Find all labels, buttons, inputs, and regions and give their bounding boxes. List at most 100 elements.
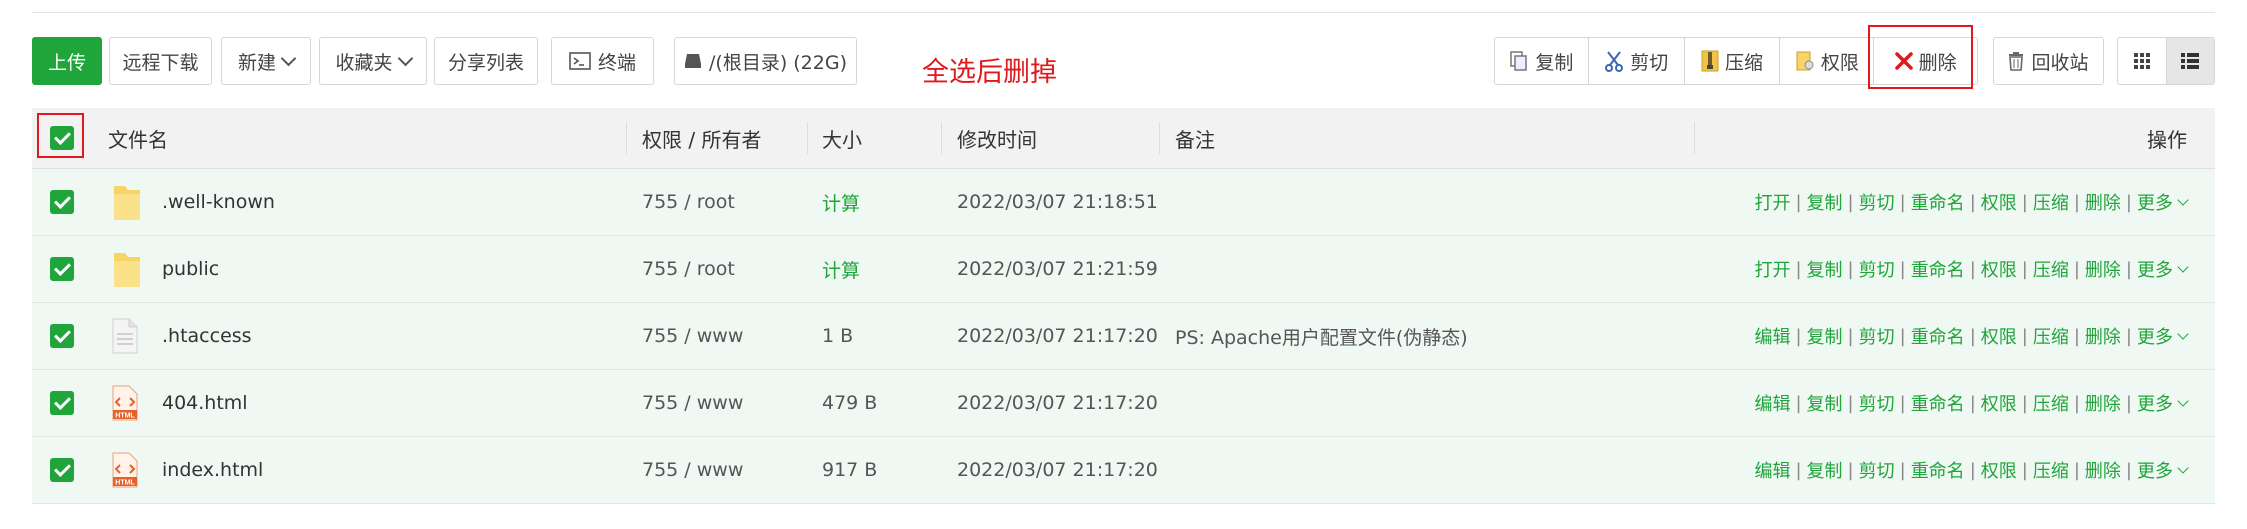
op-link[interactable]: 压缩 xyxy=(2033,457,2069,483)
op-link[interactable]: 删除 xyxy=(2085,457,2121,483)
op-link[interactable]: 重命名 xyxy=(1911,189,1965,215)
batch-compress-button[interactable]: 压缩 xyxy=(1685,38,1781,84)
chevron-down-icon[interactable] xyxy=(2177,327,2189,340)
table-row[interactable]: .htaccess 755 / www 1 B 2022/03/07 21:17… xyxy=(32,303,2215,370)
op-link[interactable]: 重命名 xyxy=(1911,390,1965,416)
grid-view-button[interactable] xyxy=(2118,38,2167,84)
table-row[interactable]: HTML 404.html 755 / www 479 B 2022/03/07… xyxy=(32,370,2215,437)
terminal-button[interactable]: 终端 xyxy=(551,37,654,85)
op-primary-link[interactable]: 打开 xyxy=(1754,189,1790,215)
op-link[interactable]: 删除 xyxy=(2085,256,2121,282)
op-separator: | xyxy=(1969,258,1976,280)
op-separator: | xyxy=(2021,325,2028,347)
row-checkbox[interactable] xyxy=(50,303,74,369)
op-link[interactable]: 重命名 xyxy=(1911,256,1965,282)
recycle-bin-button[interactable]: 回收站 xyxy=(1993,37,2104,85)
op-primary-link[interactable]: 编辑 xyxy=(1754,323,1790,349)
list-view-button[interactable] xyxy=(2166,38,2214,84)
op-link[interactable]: 压缩 xyxy=(2033,323,2069,349)
op-primary-link[interactable]: 编辑 xyxy=(1754,457,1790,483)
file-permission[interactable]: 755 / www xyxy=(642,370,743,436)
file-note[interactable]: PS: Apache用户配置文件(伪静态) xyxy=(1175,303,1468,369)
delete-highlight-box xyxy=(1868,25,1973,89)
header-size[interactable]: 大小 xyxy=(822,108,862,168)
header-permission[interactable]: 权限 / 所有者 xyxy=(642,108,761,168)
op-link[interactable]: 重命名 xyxy=(1911,457,1965,483)
op-link[interactable]: 删除 xyxy=(2085,323,2121,349)
file-permission[interactable]: 755 / root xyxy=(642,236,735,302)
recycle-bin-label: 回收站 xyxy=(2031,51,2089,74)
op-link[interactable]: 更多 xyxy=(2137,256,2173,282)
op-link[interactable]: 压缩 xyxy=(2033,256,2069,282)
header-name[interactable]: 文件名 xyxy=(108,108,168,168)
file-icon xyxy=(112,303,138,369)
op-link[interactable]: 权限 xyxy=(1981,390,2017,416)
file-name[interactable]: public xyxy=(162,236,219,302)
op-link[interactable]: 复制 xyxy=(1807,256,1843,282)
file-permission[interactable]: 755 / www xyxy=(642,437,743,503)
op-link[interactable]: 权限 xyxy=(1981,457,2017,483)
op-primary-link[interactable]: 打开 xyxy=(1754,256,1790,282)
batch-permission-button[interactable]: 权限 xyxy=(1780,38,1875,84)
op-link[interactable]: 权限 xyxy=(1981,256,2017,282)
op-link[interactable]: 权限 xyxy=(1981,323,2017,349)
op-link[interactable]: 压缩 xyxy=(2033,390,2069,416)
op-link[interactable]: 剪切 xyxy=(1859,323,1895,349)
op-separator: | xyxy=(1899,392,1906,414)
column-divider xyxy=(626,122,627,154)
op-link[interactable]: 复制 xyxy=(1807,189,1843,215)
row-checkbox[interactable] xyxy=(50,169,74,235)
op-link[interactable]: 压缩 xyxy=(2033,189,2069,215)
chevron-down-icon[interactable] xyxy=(2177,260,2189,273)
html-badge-label: HTML xyxy=(115,413,135,420)
file-permission[interactable]: 755 / www xyxy=(642,303,743,369)
op-primary-link[interactable]: 编辑 xyxy=(1754,390,1790,416)
file-name[interactable]: index.html xyxy=(162,437,263,503)
op-link[interactable]: 更多 xyxy=(2137,189,2173,215)
row-checkbox[interactable] xyxy=(50,437,74,503)
row-checkbox[interactable] xyxy=(50,236,74,302)
table-row[interactable]: HTML index.html 755 / www 917 B 2022/03/… xyxy=(32,437,2215,504)
file-permission[interactable]: 755 / root xyxy=(642,169,735,235)
op-link[interactable]: 删除 xyxy=(2085,189,2121,215)
op-link[interactable]: 剪切 xyxy=(1859,256,1895,282)
new-dropdown-button[interactable]: 新建 xyxy=(221,37,311,85)
op-separator: | xyxy=(2021,258,2028,280)
file-name[interactable]: .well-known xyxy=(162,169,275,235)
op-link[interactable]: 剪切 xyxy=(1859,390,1895,416)
header-mtime[interactable]: 修改时间 xyxy=(957,108,1037,168)
op-separator: | xyxy=(1969,392,1976,414)
batch-cut-button[interactable]: 剪切 xyxy=(1589,38,1685,84)
upload-button[interactable]: 上传 xyxy=(32,37,102,85)
file-name[interactable]: .htaccess xyxy=(162,303,252,369)
table-body: .well-known 755 / root 计算 2022/03/07 21:… xyxy=(32,169,2215,504)
op-link[interactable]: 剪切 xyxy=(1859,189,1895,215)
batch-copy-button[interactable]: 复制 xyxy=(1495,38,1589,84)
chevron-down-icon[interactable] xyxy=(2177,461,2189,474)
chevron-down-icon[interactable] xyxy=(2177,193,2189,206)
op-link[interactable]: 复制 xyxy=(1807,457,1843,483)
op-separator: | xyxy=(2021,459,2028,481)
row-operations: 编辑 | 复制 | 剪切 | 重命名 | 权限 | 压缩 | 删除 | 更多 xyxy=(1754,303,2189,369)
file-name[interactable]: 404.html xyxy=(162,370,248,436)
op-separator: | xyxy=(1969,459,1976,481)
remote-download-button[interactable]: 远程下载 xyxy=(109,37,212,85)
row-operations: 打开 | 复制 | 剪切 | 重命名 | 权限 | 压缩 | 删除 | 更多 xyxy=(1754,236,2189,302)
op-link[interactable]: 复制 xyxy=(1807,323,1843,349)
op-link[interactable]: 权限 xyxy=(1981,189,2017,215)
op-link[interactable]: 更多 xyxy=(2137,390,2173,416)
op-link[interactable]: 剪切 xyxy=(1859,457,1895,483)
table-row[interactable]: .well-known 755 / root 计算 2022/03/07 21:… xyxy=(32,169,2215,236)
op-link[interactable]: 更多 xyxy=(2137,323,2173,349)
chevron-down-icon[interactable] xyxy=(2177,394,2189,407)
row-checkbox[interactable] xyxy=(50,370,74,436)
op-link[interactable]: 重命名 xyxy=(1911,323,1965,349)
table-row[interactable]: public 755 / root 计算 2022/03/07 21:21:59… xyxy=(32,236,2215,303)
op-link[interactable]: 更多 xyxy=(2137,457,2173,483)
op-link[interactable]: 删除 xyxy=(2085,390,2121,416)
op-separator: | xyxy=(1795,191,1802,213)
disk-path-button[interactable]: /(根目录) (22G) xyxy=(674,37,857,85)
favorites-dropdown-button[interactable]: 收藏夹 xyxy=(319,37,427,85)
op-link[interactable]: 复制 xyxy=(1807,390,1843,416)
share-list-button[interactable]: 分享列表 xyxy=(434,37,538,85)
